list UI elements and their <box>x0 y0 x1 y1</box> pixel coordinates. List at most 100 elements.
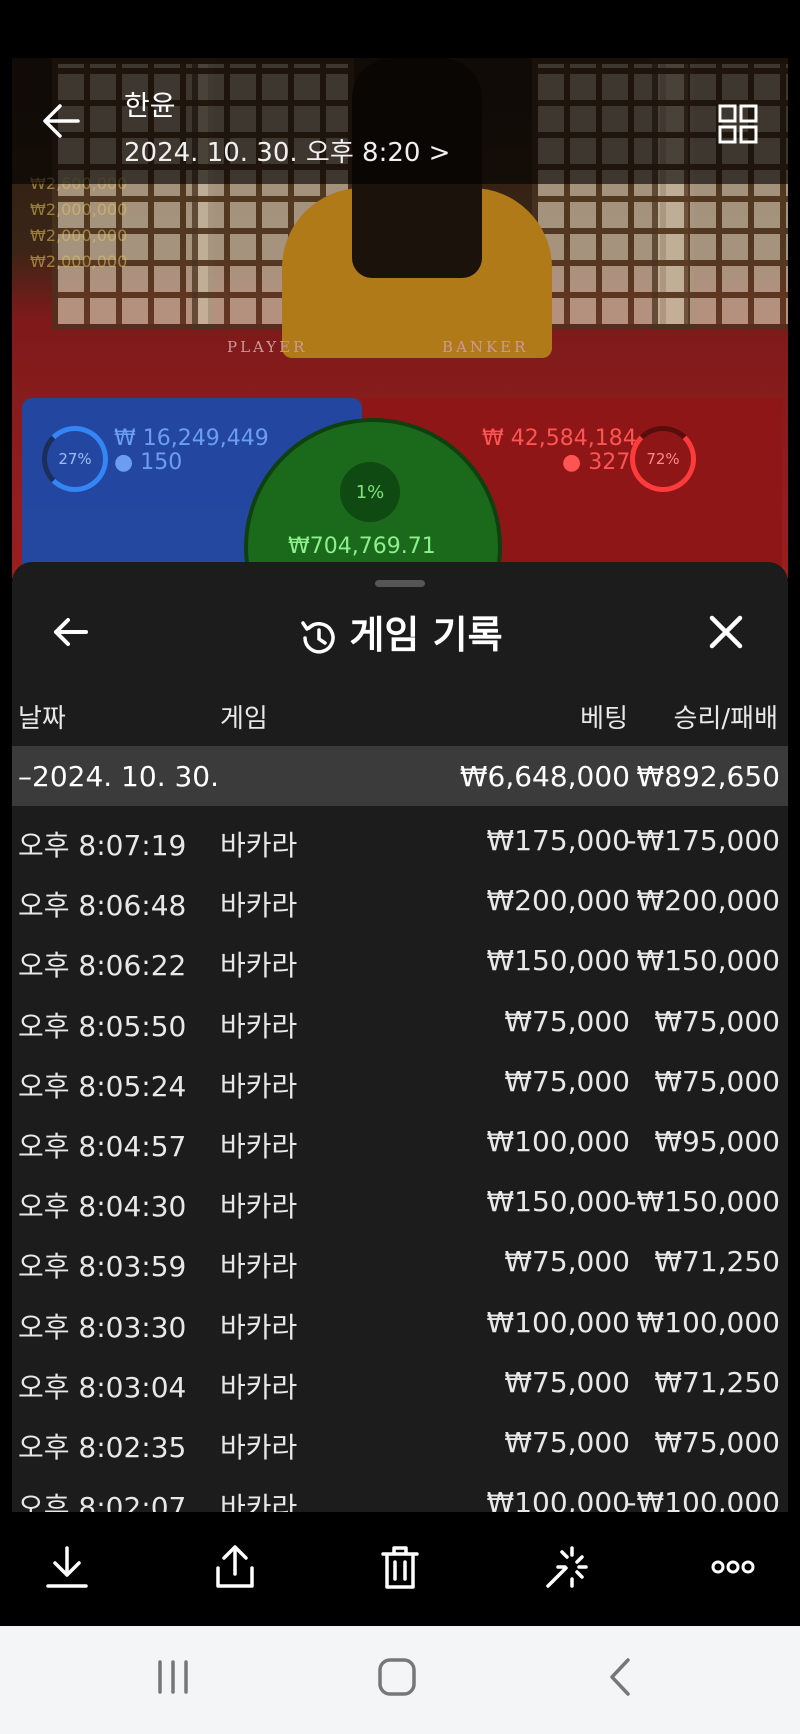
trash-icon[interactable] <box>375 1542 425 1592</box>
history-result: -₩100,000 <box>626 1486 780 1512</box>
more-icon[interactable] <box>708 1542 758 1592</box>
history-game: 바카라 <box>220 1370 298 1404</box>
group-result-total: ₩892,650 <box>636 760 780 793</box>
history-time: 오후 8:04:57 <box>18 1130 187 1163</box>
history-game: 바카라 <box>220 1009 298 1043</box>
history-result: ₩75,000 <box>654 1004 780 1038</box>
history-row[interactable]: 오후 8:03:59 바카라 ₩75,000 ₩71,250 <box>12 1233 788 1293</box>
history-time: 오후 8:02:35 <box>18 1431 187 1464</box>
chat-title: 한윤 <box>124 89 176 122</box>
history-row[interactable]: 오후 8:07:19 바카라 ₩175,000 -₩175,000 <box>12 812 788 872</box>
history-bet: ₩150,000 <box>486 944 630 978</box>
history-game: 바카라 <box>220 1310 298 1344</box>
back-arrow-icon[interactable] <box>40 100 82 142</box>
tie-amount: ₩704,769.71 <box>288 534 436 559</box>
history-result: -₩150,000 <box>626 1185 780 1219</box>
history-game: 바카라 <box>220 829 298 862</box>
history-row[interactable]: 오후 8:04:57 바카라 ₩100,000 ₩95,000 <box>12 1113 788 1173</box>
history-game: 바카라 <box>220 949 298 983</box>
sheet-title-text: 게임 기록 <box>349 613 503 657</box>
download-icon[interactable] <box>42 1542 92 1592</box>
history-row[interactable]: 오후 8:03:30 바카라 ₩100,000 ₩100,000 <box>12 1294 788 1354</box>
history-result: ₩100,000 <box>636 1305 780 1339</box>
group-date: –2024. 10. 30. <box>18 760 220 793</box>
home-icon[interactable] <box>374 1654 420 1700</box>
history-game: 바카라 <box>220 1431 298 1464</box>
history-time: 오후 8:02:07 <box>18 1491 187 1512</box>
history-bet: ₩100,000 <box>486 1305 630 1339</box>
history-bet: ₩75,000 <box>504 1064 630 1098</box>
column-header-bet[interactable]: 베팅 <box>432 698 628 735</box>
sheet-title: 게임 기록 <box>12 604 788 659</box>
date-group-row[interactable]: –2024. 10. 30. ₩6,648,000 ₩892,650 <box>12 746 788 806</box>
history-result: -₩175,000 <box>626 824 780 857</box>
history-time: 오후 8:06:48 <box>18 889 187 923</box>
history-game: 바카라 <box>220 1491 298 1512</box>
magic-icon[interactable] <box>542 1542 592 1592</box>
player-amount: ₩ 16,249,449 <box>114 426 269 451</box>
grid-view-icon[interactable] <box>718 104 758 144</box>
history-bet: ₩75,000 <box>504 1426 630 1459</box>
column-header-result[interactable]: 승리/패배 <box>628 698 778 735</box>
history-game: 바카라 <box>220 1250 298 1284</box>
banker-count: 327 <box>588 450 631 475</box>
column-header-date[interactable]: 날짜 <box>18 698 66 735</box>
history-bet: ₩100,000 <box>486 1486 630 1512</box>
history-bet: ₩75,000 <box>504 1004 630 1038</box>
column-header-game[interactable]: 게임 <box>220 698 268 735</box>
history-result: ₩95,000 <box>654 1125 780 1158</box>
history-result: ₩71,250 <box>654 1365 780 1399</box>
group-bet-total: ₩6,648,000 <box>459 760 630 793</box>
recent-apps-icon[interactable] <box>150 1654 196 1700</box>
history-game: 바카라 <box>220 1130 298 1163</box>
history-row[interactable]: 오후 8:03:04 바카라 ₩75,000 ₩71,250 <box>12 1354 788 1414</box>
ticker-line: ₩2,000,000 <box>30 226 128 245</box>
banker-percent: 72% <box>630 426 696 492</box>
history-result: ₩75,000 <box>654 1064 780 1098</box>
table-label-player: PLAYER <box>227 338 308 356</box>
history-bet: ₩100,000 <box>486 1125 630 1158</box>
history-time: 오후 8:03:30 <box>18 1310 187 1344</box>
history-icon <box>301 620 336 654</box>
history-time: 오후 8:05:24 <box>18 1069 187 1103</box>
history-row[interactable]: 오후 8:04:30 바카라 ₩150,000 -₩150,000 <box>12 1173 788 1233</box>
history-bet: ₩175,000 <box>486 824 630 857</box>
media-toolbar <box>12 1518 788 1628</box>
history-row[interactable]: 오후 8:06:48 바카라 ₩200,000 ₩200,000 <box>12 872 788 932</box>
history-row[interactable]: 오후 8:06:22 바카라 ₩150,000 ₩150,000 <box>12 932 788 992</box>
person-icon: ● <box>562 450 582 475</box>
tie-percent: 1% <box>340 462 400 522</box>
history-result: ₩200,000 <box>636 884 780 918</box>
ticker-line: ₩2,000,000 <box>30 252 128 271</box>
history-game: 바카라 <box>220 889 298 923</box>
player-percent: 27% <box>42 426 108 492</box>
history-bet: ₩75,000 <box>504 1365 630 1399</box>
close-icon[interactable] <box>706 612 746 652</box>
history-time: 오후 8:05:50 <box>18 1009 187 1043</box>
back-icon[interactable] <box>598 1654 644 1700</box>
system-navigation-bar <box>0 1626 800 1734</box>
history-time: 오후 8:07:19 <box>18 829 187 862</box>
chat-datetime[interactable]: 2024. 10. 30. 오후 8:20 > <box>124 132 450 169</box>
share-icon[interactable] <box>210 1542 260 1592</box>
history-time: 오후 8:03:59 <box>18 1250 187 1284</box>
history-bet: ₩75,000 <box>504 1245 630 1279</box>
history-row[interactable]: 오후 8:02:07 바카라 ₩100,000 -₩100,000 <box>12 1474 788 1512</box>
ticker-line: ₩2,000,000 <box>30 200 128 219</box>
history-time: 오후 8:03:04 <box>18 1370 187 1404</box>
status-bar <box>0 0 800 58</box>
history-bet: ₩200,000 <box>486 884 630 918</box>
history-row[interactable]: 오후 8:02:35 바카라 ₩75,000 ₩75,000 <box>12 1414 788 1474</box>
history-result: ₩71,250 <box>654 1245 780 1279</box>
history-row[interactable]: 오후 8:05:50 바카라 ₩75,000 ₩75,000 <box>12 993 788 1053</box>
history-game: 바카라 <box>220 1190 298 1224</box>
history-row[interactable]: 오후 8:05:24 바카라 ₩75,000 ₩75,000 <box>12 1053 788 1113</box>
history-result: ₩75,000 <box>654 1426 780 1459</box>
history-result: ₩150,000 <box>636 944 780 978</box>
history-game: 바카라 <box>220 1069 298 1103</box>
drag-handle[interactable] <box>375 580 425 587</box>
banker-amount: ₩ 42,584,184 <box>482 426 637 451</box>
player-count: 150 <box>140 450 183 475</box>
person-icon: ● <box>114 450 134 475</box>
table-label-banker: BANKER <box>442 338 529 356</box>
